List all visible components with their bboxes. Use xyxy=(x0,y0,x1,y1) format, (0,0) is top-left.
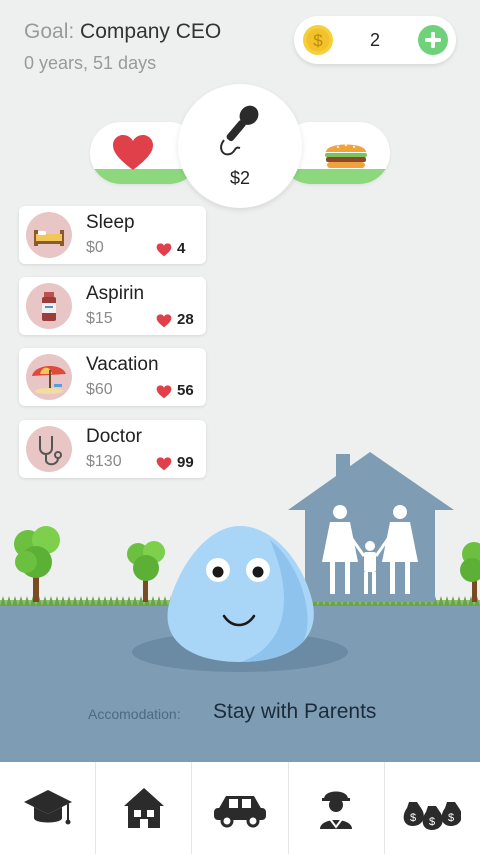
action-price: $0 xyxy=(86,239,104,256)
graduation-cap-icon xyxy=(23,790,72,825)
nav-transport-button[interactable] xyxy=(192,762,289,854)
coins-panel: $ 2 xyxy=(294,16,456,64)
action-card-aspirin[interactable]: Aspirin $15 28 xyxy=(19,277,206,335)
goal-text: Goal: Company CEO xyxy=(24,20,221,44)
svg-text:$: $ xyxy=(429,816,435,828)
action-health: 4 xyxy=(177,240,186,257)
age-text: 0 years, 51 days xyxy=(24,53,157,73)
worker-icon xyxy=(320,791,353,829)
action-card-sleep[interactable]: Sleep $0 4 xyxy=(19,206,206,264)
nav-housing-button[interactable] xyxy=(96,762,193,854)
medicine-bottle-icon xyxy=(42,292,56,321)
accommodation-label: Accomodation: xyxy=(88,706,181,722)
heart-icon xyxy=(156,243,172,257)
action-name: Aspirin xyxy=(86,283,145,304)
svg-text:$: $ xyxy=(313,31,323,50)
beach-icon-circle xyxy=(26,354,72,400)
action-name: Vacation xyxy=(86,354,159,375)
salary-text: $2 xyxy=(229,168,251,188)
house-icon xyxy=(123,788,164,828)
heart-icon xyxy=(156,385,172,399)
medicine-icon-circle xyxy=(26,283,72,329)
plus-icon[interactable] xyxy=(417,24,449,56)
burger-icon xyxy=(325,143,367,168)
action-health: 28 xyxy=(177,311,194,328)
svg-text:$: $ xyxy=(448,812,454,824)
bed-icon-circle xyxy=(26,212,72,258)
nav-job-button[interactable] xyxy=(289,762,385,854)
tree-icon xyxy=(460,542,480,602)
blob-character xyxy=(167,526,314,662)
action-name: Sleep xyxy=(86,212,135,233)
nav-education-button[interactable] xyxy=(0,762,97,854)
goal-value: Company CEO xyxy=(80,20,222,43)
family-house-icon xyxy=(288,452,454,602)
car-icon xyxy=(214,796,266,828)
goal-label: Goal: xyxy=(24,20,75,43)
money-bags-icon: $ $ $ xyxy=(404,802,462,830)
action-card-vacation[interactable]: Vacation $60 56 xyxy=(19,348,206,406)
job-button[interactable]: $2 xyxy=(178,84,302,208)
heart-icon xyxy=(113,135,153,170)
beach-umbrella-icon xyxy=(32,365,66,394)
coin-count: 2 xyxy=(369,30,380,50)
svg-text:$: $ xyxy=(410,812,416,824)
action-price: $60 xyxy=(86,381,113,398)
action-price: $15 xyxy=(86,310,113,327)
bottom-nav: $ $ $ xyxy=(0,762,480,854)
scene xyxy=(14,452,480,672)
bed-icon xyxy=(34,230,64,246)
tree-icon xyxy=(14,526,60,602)
dollar-coin-icon: $ xyxy=(303,25,333,55)
heart-icon xyxy=(156,314,172,328)
nav-finance-button[interactable]: $ $ $ xyxy=(385,762,480,854)
accommodation-value[interactable]: Stay with Parents xyxy=(213,700,376,724)
action-health: 56 xyxy=(177,382,194,399)
tree-icon xyxy=(127,541,165,602)
microphone-icon xyxy=(220,105,259,156)
